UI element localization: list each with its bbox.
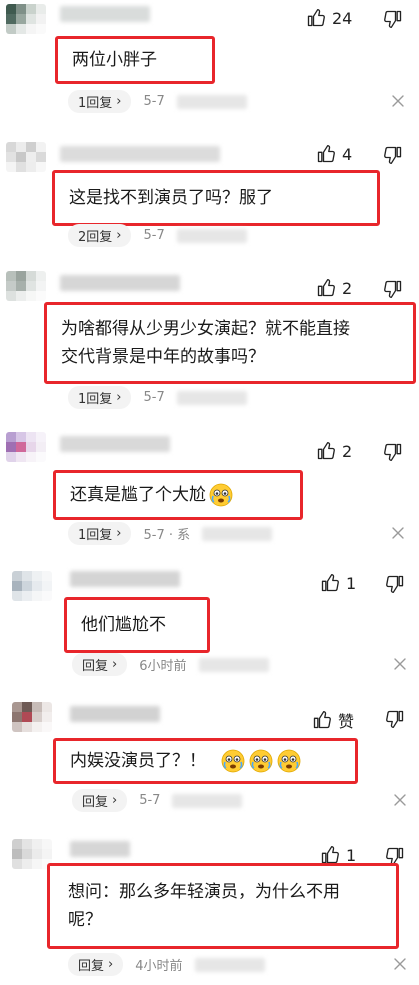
comment-item: 24 两位小胖子 1回复 › 5-7 <box>0 0 419 120</box>
crying-face-emoji <box>276 748 302 774</box>
comment-text: 他们尴尬不 <box>64 597 210 653</box>
username[interactable] <box>60 436 170 452</box>
comment-text: 想问：那么多年轻演员，为什么不用 呢？ <box>47 863 399 949</box>
comment-item: 1 他们尴尬不 回复 › 6小时前 <box>0 565 419 685</box>
comment-date: 6小时前 <box>139 659 187 674</box>
reply-row: 1回复 › 5-7 <box>68 90 247 113</box>
reply-row: 回复 › 4小时前 <box>68 953 265 976</box>
comment-item: 2 为啥都得从少男少女演起？就不能直接 交代背景是中年的故事吗？ 1回复 › 5-… <box>0 265 419 415</box>
like-button[interactable]: 1 <box>320 573 356 593</box>
like-button[interactable]: 4 <box>316 144 352 164</box>
username[interactable] <box>70 841 130 857</box>
like-button[interactable]: 2 <box>316 441 352 461</box>
comment-text: 还真是尴了个大尬 <box>53 470 303 520</box>
thumbs-down-icon[interactable] <box>383 145 403 165</box>
thumbs-up-icon <box>316 144 336 164</box>
reply-button[interactable]: 回复 › <box>72 789 128 812</box>
avatar[interactable] <box>6 4 46 34</box>
location-blurred <box>194 957 265 972</box>
like-button[interactable]: 赞 <box>312 708 354 732</box>
location-blurred <box>202 526 273 541</box>
comment-date: 4小时前 <box>135 959 183 974</box>
chevron-right-icon: › <box>116 526 122 541</box>
comment-date: 5-7 <box>143 390 165 405</box>
thumbs-up-icon <box>316 441 336 461</box>
comment-item: 4 这是找不到演员了吗？服了 2回复 › 5-7 <box>0 128 419 258</box>
thumbs-down-icon[interactable] <box>383 442 403 462</box>
chevron-right-icon: › <box>116 390 122 405</box>
close-icon[interactable] <box>393 657 407 671</box>
username[interactable] <box>60 146 220 162</box>
chevron-right-icon: › <box>112 793 118 808</box>
close-icon[interactable] <box>393 793 407 807</box>
location-blurred <box>176 94 247 109</box>
like-count: 1 <box>346 845 357 865</box>
thumbs-up-icon <box>306 8 326 28</box>
reply-row: 2回复 › 5-7 <box>68 224 247 247</box>
close-icon[interactable] <box>391 94 405 108</box>
comment-date: 5-7 · 系 <box>143 528 191 543</box>
crying-face-emoji <box>208 482 234 508</box>
username[interactable] <box>60 6 150 22</box>
like-count: 2 <box>342 441 353 461</box>
like-button[interactable]: 1 <box>320 845 356 865</box>
comment-date: 5-7 <box>139 793 161 808</box>
chevron-right-icon: › <box>112 657 118 672</box>
comment-text: 为啥都得从少男少女演起？就不能直接 交代背景是中年的故事吗？ <box>44 302 416 384</box>
thumbs-down-icon[interactable] <box>385 574 405 594</box>
thumbs-up-icon <box>320 845 340 865</box>
chevron-right-icon: › <box>116 228 122 243</box>
chevron-right-icon: › <box>108 957 114 972</box>
reply-row: 1回复 › 5-7 · 系 <box>68 522 273 545</box>
username[interactable] <box>60 275 180 291</box>
avatar[interactable] <box>12 571 52 601</box>
reply-button[interactable]: 2回复 › <box>68 224 132 247</box>
reply-button[interactable]: 回复 › <box>72 653 128 676</box>
thumbs-down-icon[interactable] <box>383 279 403 299</box>
thumbs-up-icon <box>312 710 332 730</box>
thumbs-up-icon <box>320 573 340 593</box>
avatar[interactable] <box>12 839 52 869</box>
comment-text: 内娱没演员了？！ <box>53 738 358 784</box>
reply-button[interactable]: 1回复 › <box>68 90 132 113</box>
crying-face-emoji <box>248 748 274 774</box>
like-count: 赞 <box>338 712 355 731</box>
location-blurred <box>198 657 269 672</box>
reply-row: 回复 › 6小时前 <box>72 653 269 676</box>
location-blurred <box>176 228 247 243</box>
comment-date: 5-7 <box>143 228 165 243</box>
comment-item: 赞 内娱没演员了？！ 回复 › 5-7 <box>0 700 419 820</box>
reply-button[interactable]: 1回复 › <box>68 522 132 545</box>
comment-text: 两位小胖子 <box>55 36 215 84</box>
like-count: 2 <box>342 278 353 298</box>
crying-face-emoji <box>220 748 246 774</box>
thumbs-down-icon[interactable] <box>385 709 405 729</box>
reply-button[interactable]: 回复 › <box>68 953 124 976</box>
like-count: 4 <box>342 144 353 164</box>
reply-button[interactable]: 1回复 › <box>68 386 132 409</box>
chevron-right-icon: › <box>116 94 122 109</box>
avatar[interactable] <box>6 271 46 301</box>
comment-date: 5-7 <box>143 94 165 109</box>
reply-row: 1回复 › 5-7 <box>68 386 247 409</box>
username[interactable] <box>70 706 160 722</box>
location-blurred <box>176 390 247 405</box>
comment-item: 1 想问：那么多年轻演员，为什么不用 呢？ 回复 › 4小时前 <box>0 835 419 985</box>
username[interactable] <box>70 571 180 587</box>
close-icon[interactable] <box>391 526 405 540</box>
like-count: 24 <box>332 8 353 28</box>
thumbs-up-icon <box>316 278 336 298</box>
thumbs-down-icon[interactable] <box>383 9 403 29</box>
avatar[interactable] <box>12 702 52 732</box>
close-icon[interactable] <box>393 957 407 971</box>
reply-row: 回复 › 5-7 <box>72 789 243 812</box>
avatar[interactable] <box>6 432 46 462</box>
location-blurred <box>172 793 243 808</box>
comment-item: 2 还真是尴了个大尬 1回复 › 5-7 · 系 <box>0 428 419 558</box>
avatar[interactable] <box>6 142 46 172</box>
comment-text: 这是找不到演员了吗？服了 <box>52 170 380 226</box>
like-button[interactable]: 2 <box>316 278 352 298</box>
like-count: 1 <box>346 573 357 593</box>
like-button[interactable]: 24 <box>306 8 352 28</box>
